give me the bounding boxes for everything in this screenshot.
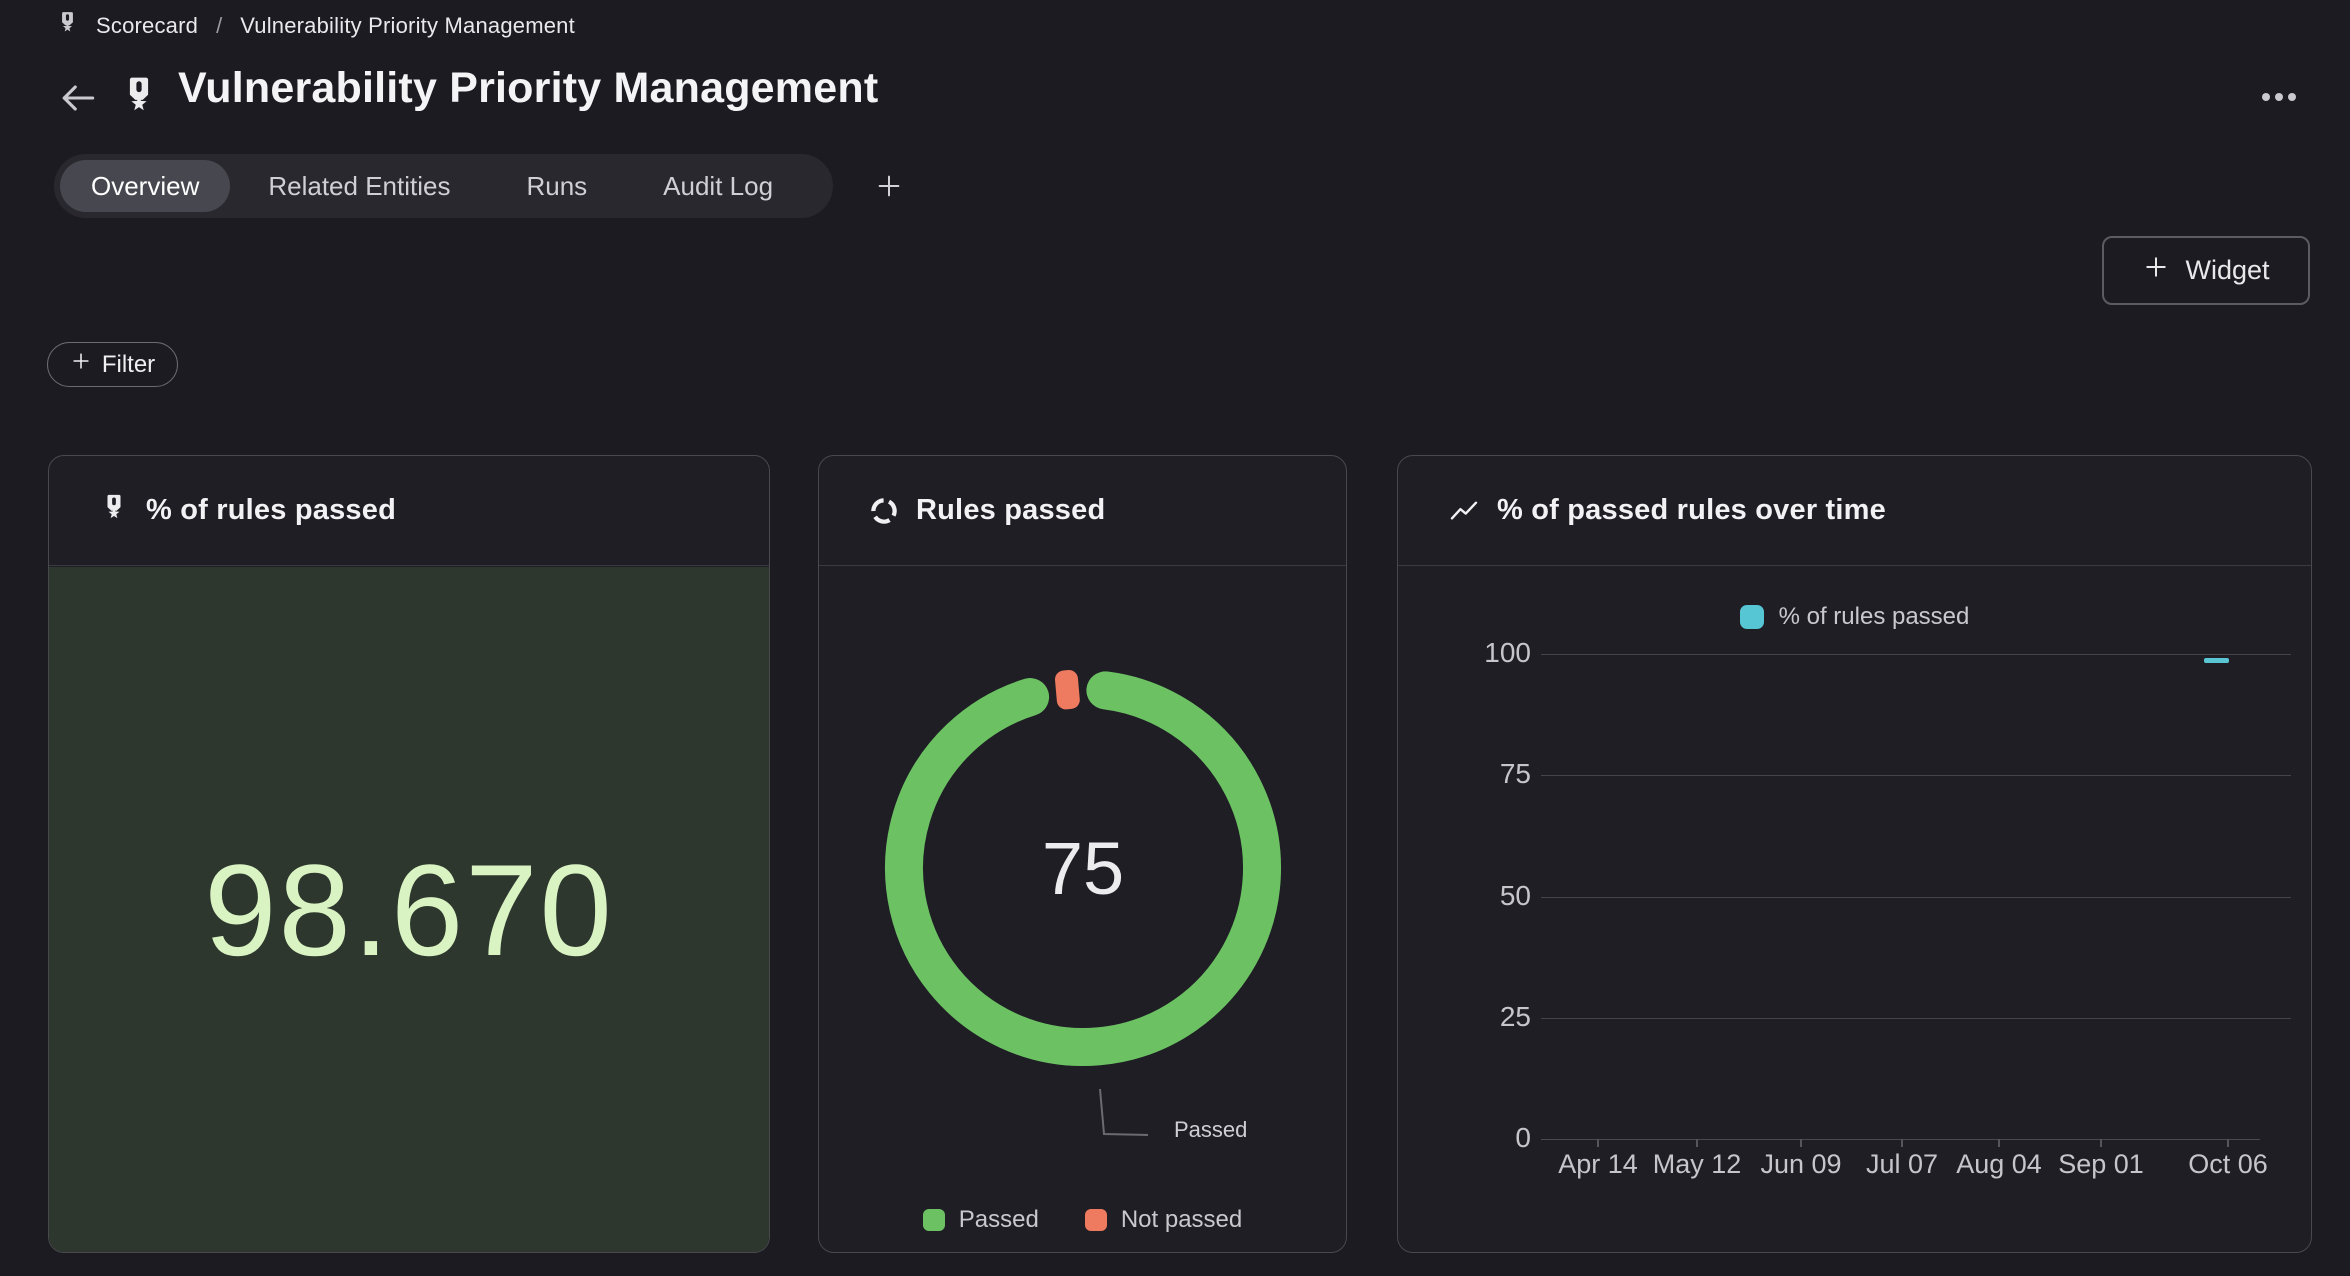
breadcrumb-item-current[interactable]: Vulnerability Priority Management bbox=[240, 13, 575, 39]
widget-card-rules-passed: Rules passed 75 Passed Passed bbox=[818, 455, 1347, 1253]
x-tick bbox=[1901, 1139, 1903, 1147]
legend-item-passed[interactable]: Passed bbox=[923, 1206, 1039, 1234]
tab-runs[interactable]: Runs bbox=[488, 160, 625, 212]
legend-label: % of rules passed bbox=[1779, 603, 1970, 631]
legend-swatch-red bbox=[1085, 1209, 1107, 1231]
tab-related-entities[interactable]: Related Entities bbox=[230, 160, 488, 212]
card-title: % of rules passed bbox=[146, 494, 396, 527]
donut-legend: Passed Not passed bbox=[819, 1206, 1346, 1234]
x-tick bbox=[1696, 1139, 1698, 1147]
line-chart-body: % of rules passed 100 75 50 25 0 Apr 14 bbox=[1398, 567, 2311, 1252]
add-widget-label: Widget bbox=[2185, 255, 2269, 286]
x-tick bbox=[2227, 1139, 2229, 1147]
y-axis-label-50: 50 bbox=[1411, 880, 1531, 912]
line-series-segment bbox=[2204, 658, 2229, 663]
breadcrumb-separator: / bbox=[214, 13, 224, 39]
widget-card-passed-rules-over-time: % of passed rules over time % of rules p… bbox=[1397, 455, 2312, 1253]
card-header: % of rules passed bbox=[49, 456, 769, 566]
legend-label: Passed bbox=[959, 1206, 1039, 1234]
add-widget-button[interactable]: Widget bbox=[2102, 236, 2310, 305]
donut-callout-label: Passed bbox=[1174, 1117, 1247, 1143]
x-tick bbox=[1800, 1139, 1802, 1147]
x-tick bbox=[1597, 1139, 1599, 1147]
trend-line-icon bbox=[1448, 495, 1480, 527]
x-tick bbox=[1998, 1139, 2000, 1147]
donut-callout-line bbox=[819, 567, 1348, 1255]
donut-chart-icon bbox=[869, 496, 899, 526]
legend-swatch-teal bbox=[1740, 605, 1764, 629]
stat-body: 98.670 bbox=[49, 567, 769, 1252]
breadcrumb: Scorecard / Vulnerability Priority Manag… bbox=[55, 7, 575, 44]
stat-value: 98.670 bbox=[204, 835, 614, 985]
card-header: % of passed rules over time bbox=[1398, 456, 2311, 566]
filter-button[interactable]: Filter bbox=[47, 342, 178, 387]
page-title: Vulnerability Priority Management bbox=[178, 64, 878, 113]
y-axis-label-25: 25 bbox=[1411, 1001, 1531, 1033]
y-axis-label-75: 75 bbox=[1411, 758, 1531, 790]
filter-label: Filter bbox=[102, 351, 155, 379]
x-tick bbox=[2100, 1139, 2102, 1147]
plus-icon bbox=[2142, 253, 2170, 288]
tab-audit-log[interactable]: Audit Log bbox=[625, 160, 811, 212]
medal-icon bbox=[99, 488, 129, 533]
breadcrumb-item-scorecard[interactable]: Scorecard bbox=[96, 13, 198, 39]
medal-icon bbox=[55, 7, 80, 44]
tab-bar: Overview Related Entities Runs Audit Log bbox=[54, 154, 833, 218]
line-legend-item[interactable]: % of rules passed bbox=[1398, 603, 2311, 631]
donut-body: 75 Passed Passed Not passed bbox=[819, 567, 1346, 1252]
widget-card-percent-rules-passed: % of rules passed 98.670 bbox=[48, 455, 770, 1253]
legend-item-not-passed[interactable]: Not passed bbox=[1085, 1206, 1242, 1234]
card-title: % of passed rules over time bbox=[1497, 494, 1886, 527]
y-axis-label-100: 100 bbox=[1411, 637, 1531, 669]
gridline-25 bbox=[1541, 1018, 2291, 1019]
add-tab-plus-icon[interactable] bbox=[874, 171, 904, 201]
tab-overview[interactable]: Overview bbox=[60, 160, 230, 212]
legend-label: Not passed bbox=[1121, 1206, 1242, 1234]
gridline-75 bbox=[1541, 775, 2291, 776]
x-axis-label: Oct 06 bbox=[2163, 1149, 2293, 1180]
gridline-50 bbox=[1541, 897, 2291, 898]
legend-swatch-green bbox=[923, 1209, 945, 1231]
more-options-icon[interactable] bbox=[2258, 80, 2300, 114]
card-title: Rules passed bbox=[916, 494, 1105, 527]
x-axis-label: Sep 01 bbox=[2036, 1149, 2166, 1180]
back-button[interactable] bbox=[56, 76, 100, 120]
plus-icon bbox=[70, 350, 92, 379]
scorecard-page: Scorecard / Vulnerability Priority Manag… bbox=[0, 0, 2350, 1276]
medal-icon bbox=[118, 68, 160, 129]
gridline-100 bbox=[1541, 654, 2291, 655]
y-axis-label-0: 0 bbox=[1411, 1122, 1531, 1154]
page-header: Vulnerability Priority Management bbox=[0, 62, 2350, 134]
card-header: Rules passed bbox=[819, 456, 1346, 566]
